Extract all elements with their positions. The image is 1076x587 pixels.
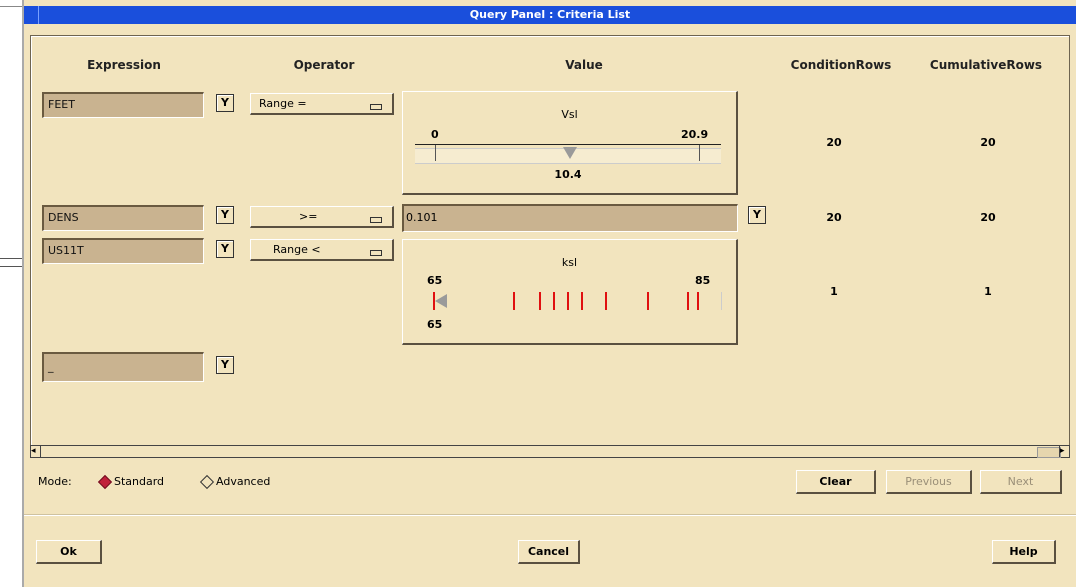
value-ticks-area[interactable] — [433, 292, 723, 314]
query-panel-window: Query Panel : Criteria List Expression O… — [22, 0, 1076, 587]
mode-option-standard[interactable]: Standard — [94, 474, 165, 490]
mode-option-label: Standard — [114, 475, 165, 488]
desktop-line — [0, 266, 22, 267]
slider-title: Vsl — [561, 108, 578, 121]
operator-menu[interactable]: Range < — [250, 239, 394, 261]
mode-option-advanced[interactable]: Advanced — [196, 474, 271, 490]
slider-current-value: 65 — [427, 318, 443, 331]
value-tick — [513, 292, 515, 310]
range-ticks-box: ksl 65 85 65 — [402, 239, 738, 345]
horizontal-scrollbar[interactable]: ◂ ▸ — [30, 445, 1070, 458]
operator-menu[interactable]: >= — [250, 206, 394, 228]
expression-field[interactable]: DENS — [42, 205, 204, 231]
expression-dropdown-button[interactable]: Y — [216, 94, 234, 112]
slider-max-label: 20.9 — [681, 128, 709, 141]
value-tick — [539, 292, 541, 310]
value-tick — [605, 292, 607, 310]
expression-dropdown-button[interactable]: Y — [216, 356, 234, 374]
operator-menu[interactable]: Range = — [250, 93, 394, 115]
scroll-left-arrow[interactable]: ◂ — [31, 446, 41, 457]
cumulative-rows-value: 1 — [984, 285, 992, 298]
scrollbar-thumb[interactable] — [1037, 447, 1061, 458]
help-button[interactable]: Help — [992, 540, 1056, 564]
value-tick — [687, 292, 689, 310]
operator-label: >= — [299, 210, 318, 223]
expression-field[interactable]: _ — [42, 352, 204, 382]
clear-button[interactable]: Clear — [796, 470, 876, 494]
slider-max-tick — [699, 145, 700, 161]
condition-rows-value: 1 — [830, 285, 838, 298]
separator — [24, 515, 1076, 516]
column-header-value: Value — [565, 58, 603, 72]
mode-option-label: Advanced — [216, 475, 271, 488]
title-bar[interactable]: Query Panel : Criteria List — [24, 6, 1076, 24]
column-header-condition-rows: ConditionRows — [790, 58, 892, 72]
cancel-button[interactable]: Cancel — [518, 540, 580, 564]
option-menu-indicator — [370, 104, 382, 110]
expression-field[interactable]: FEET — [42, 92, 204, 118]
mode-label: Mode: — [38, 475, 72, 488]
slider-thumb[interactable] — [435, 294, 447, 308]
value-tick — [647, 292, 649, 310]
value-dropdown-button[interactable]: Y — [748, 206, 766, 224]
slider-title: ksl — [561, 256, 578, 269]
desktop-background — [0, 0, 24, 587]
operator-label: Range < — [273, 243, 321, 256]
slider-max-label: 85 — [695, 274, 711, 287]
range-slider-box: Vsl 0 20.9 10.4 — [402, 91, 738, 195]
slider-min-label: 65 — [427, 274, 443, 287]
value-tick — [433, 292, 435, 310]
cumulative-rows-value: 20 — [980, 136, 996, 149]
column-header-cumulative-rows: CumulativeRows — [929, 58, 1043, 72]
slider-min-tick — [435, 145, 436, 161]
value-tick — [553, 292, 555, 310]
scroll-right-arrow[interactable]: ▸ — [1059, 446, 1069, 457]
slider-min-label: 0 — [431, 128, 439, 141]
radio-unselected-icon — [199, 474, 215, 490]
operator-label: Range = — [259, 97, 307, 110]
value-input[interactable]: 0.101 — [402, 204, 738, 232]
value-tick — [567, 292, 569, 310]
value-tick — [697, 292, 699, 310]
expression-dropdown-button[interactable]: Y — [216, 206, 234, 224]
column-header-expression: Expression — [87, 58, 161, 72]
range-end-tick — [721, 292, 722, 310]
column-header-operator: Operator — [293, 58, 355, 72]
previous-button[interactable]: Previous — [886, 470, 972, 494]
condition-rows-value: 20 — [826, 136, 842, 149]
option-menu-indicator — [370, 250, 382, 256]
window-title: Query Panel : Criteria List — [469, 8, 631, 21]
slider-thumb[interactable] — [563, 147, 577, 159]
desktop-line — [0, 258, 22, 259]
condition-rows-value: 20 — [826, 211, 842, 224]
expression-dropdown-button[interactable]: Y — [216, 240, 234, 258]
slider-track — [415, 144, 721, 145]
option-menu-indicator — [370, 217, 382, 223]
radio-selected-icon — [97, 474, 113, 490]
slider-current-value: 10.4 — [554, 168, 582, 181]
expression-field[interactable]: US11T — [42, 238, 204, 264]
value-tick — [581, 292, 583, 310]
ok-button[interactable]: Ok — [36, 540, 102, 564]
window-menu-button[interactable] — [24, 6, 39, 24]
cumulative-rows-value: 20 — [980, 211, 996, 224]
next-button[interactable]: Next — [980, 470, 1062, 494]
